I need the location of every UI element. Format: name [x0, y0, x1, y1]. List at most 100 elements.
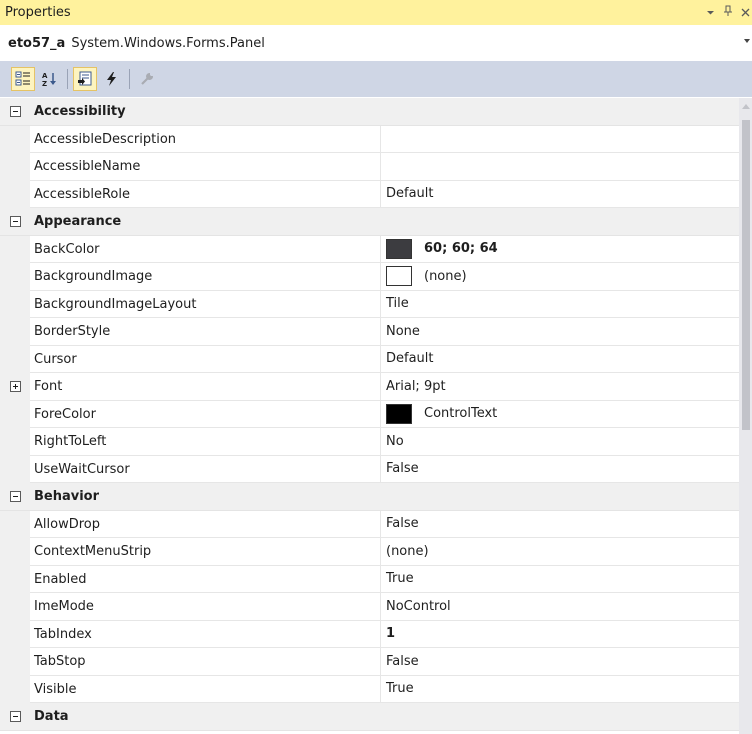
property-name: BackColor [30, 235, 381, 263]
property-row-accessiblename[interactable]: AccessibleName [0, 153, 739, 181]
property-row-imemode[interactable]: ImeMode NoControl [0, 593, 739, 621]
property-name: ImeMode [30, 593, 381, 621]
close-icon[interactable] [741, 6, 750, 20]
property-name: AccessibleRole [30, 180, 381, 208]
collapse-icon[interactable] [10, 106, 21, 117]
categorized-button[interactable] [11, 67, 35, 91]
property-row-cursor[interactable]: Cursor Default [0, 345, 739, 373]
property-value-field[interactable]: Arial; 9pt [381, 373, 739, 401]
property-value: (none) [386, 543, 429, 559]
category-label: Appearance [34, 214, 122, 229]
property-value-field[interactable]: Tile [381, 291, 739, 318]
alphabetical-button[interactable]: A Z [38, 67, 62, 91]
property-value-field[interactable]: (none) [381, 538, 739, 566]
property-value-field[interactable]: True [381, 676, 739, 703]
property-value: No [386, 433, 404, 449]
property-row-accessibledescription[interactable]: AccessibleDescription [0, 125, 739, 153]
property-value-field[interactable]: NoControl [381, 593, 739, 621]
property-row-forecolor[interactable]: ForeColor ControlText [0, 400, 739, 428]
property-grid: Accessibility AccessibleDescription Acce… [0, 98, 739, 734]
category-appearance[interactable]: Appearance [0, 208, 739, 236]
properties-button[interactable] [73, 67, 97, 91]
property-value-field[interactable]: True [381, 566, 739, 593]
property-row-righttoleft[interactable]: RightToLeft No [0, 428, 739, 456]
object-type: System.Windows.Forms.Panel [71, 35, 265, 51]
properties-window: Properties eto57_a System.Windows.Forms.… [0, 0, 752, 734]
category-data[interactable]: Data [0, 703, 739, 731]
property-row-accessiblerole[interactable]: AccessibleRole Default [0, 180, 739, 208]
property-name: Enabled [30, 565, 381, 593]
collapse-icon[interactable] [10, 711, 21, 722]
property-value-field[interactable]: False [381, 456, 739, 483]
title-bar: Properties [0, 0, 752, 25]
scrollbar-thumb[interactable] [742, 120, 750, 430]
property-value-field[interactable]: ControlText [381, 401, 739, 428]
property-value: None [386, 323, 420, 339]
property-row-allowdrop[interactable]: AllowDrop False [0, 510, 739, 538]
events-button[interactable] [100, 67, 124, 91]
property-name: UseWaitCursor [30, 455, 381, 483]
vertical-scrollbar[interactable] [739, 98, 752, 734]
property-row-usewaitcursor[interactable]: UseWaitCursor False [0, 455, 739, 483]
toolbar-separator [129, 69, 130, 89]
property-row-tabindex[interactable]: TabIndex 1 [0, 620, 739, 648]
property-name: TabStop [30, 648, 381, 676]
property-value-field[interactable]: 60; 60; 64 [381, 236, 739, 263]
pin-icon[interactable] [723, 5, 733, 20]
property-value: True [386, 681, 414, 697]
svg-text:A: A [42, 72, 48, 80]
window-title: Properties [5, 5, 71, 20]
property-value-field[interactable]: Default [381, 181, 739, 208]
properties-toolbar: A Z [0, 61, 752, 97]
property-value: 60; 60; 64 [424, 241, 498, 257]
property-name: Cursor [30, 345, 381, 373]
category-label: Accessibility [34, 104, 126, 119]
property-value-field[interactable]: No [381, 428, 739, 456]
property-value-field[interactable]: 1 [381, 621, 739, 648]
property-row-tabstop[interactable]: TabStop False [0, 648, 739, 676]
property-pages-button[interactable] [135, 67, 159, 91]
property-value: True [386, 571, 414, 587]
property-name: ForeColor [30, 400, 381, 428]
property-value: Default [386, 186, 434, 202]
property-row-backgroundimage[interactable]: BackgroundImage (none) [0, 263, 739, 291]
property-value-field[interactable] [381, 153, 739, 181]
category-accessibility[interactable]: Accessibility [0, 98, 739, 126]
title-controls [706, 0, 752, 25]
property-value: False [386, 516, 419, 532]
alphabetical-icon: A Z [42, 72, 56, 87]
expand-icon[interactable] [10, 381, 21, 392]
property-row-backcolor[interactable]: BackColor 60; 60; 64 [0, 235, 739, 263]
property-value: Default [386, 351, 434, 367]
property-name: RightToLeft [30, 428, 381, 456]
collapse-icon[interactable] [10, 491, 21, 502]
property-name: AccessibleDescription [30, 125, 381, 153]
object-dropdown-icon[interactable] [744, 35, 750, 46]
property-value-field[interactable]: False [381, 648, 739, 676]
color-swatch [386, 403, 412, 424]
property-value-field[interactable] [381, 126, 739, 153]
property-value-field[interactable]: None [381, 318, 739, 346]
property-name: AccessibleName [30, 153, 381, 181]
property-row-contextmenustrip[interactable]: ContextMenuStrip (none) [0, 538, 739, 566]
collapse-icon[interactable] [10, 216, 21, 227]
property-name: ContextMenuStrip [30, 538, 381, 566]
object-selector[interactable]: eto57_a System.Windows.Forms.Panel [0, 25, 752, 61]
property-value: ControlText [424, 406, 498, 422]
window-position-dropdown-icon[interactable] [706, 6, 715, 20]
property-value-field[interactable]: False [381, 511, 739, 538]
property-row-enabled[interactable]: Enabled True [0, 565, 739, 593]
property-row-visible[interactable]: Visible True [0, 675, 739, 703]
property-value: Tile [386, 296, 409, 312]
property-row-backgroundimagelayout[interactable]: BackgroundImageLayout Tile [0, 290, 739, 318]
category-behavior[interactable]: Behavior [0, 483, 739, 511]
property-name: BorderStyle [30, 318, 381, 346]
property-row-borderstyle[interactable]: BorderStyle None [0, 318, 739, 346]
property-value: (none) [424, 268, 467, 284]
scroll-up-icon[interactable] [742, 104, 750, 109]
property-value-field[interactable]: (none) [381, 263, 739, 291]
property-value: False [386, 653, 419, 669]
events-icon [107, 72, 116, 86]
property-row-font[interactable]: Font Arial; 9pt [0, 373, 739, 401]
property-value-field[interactable]: Default [381, 346, 739, 373]
